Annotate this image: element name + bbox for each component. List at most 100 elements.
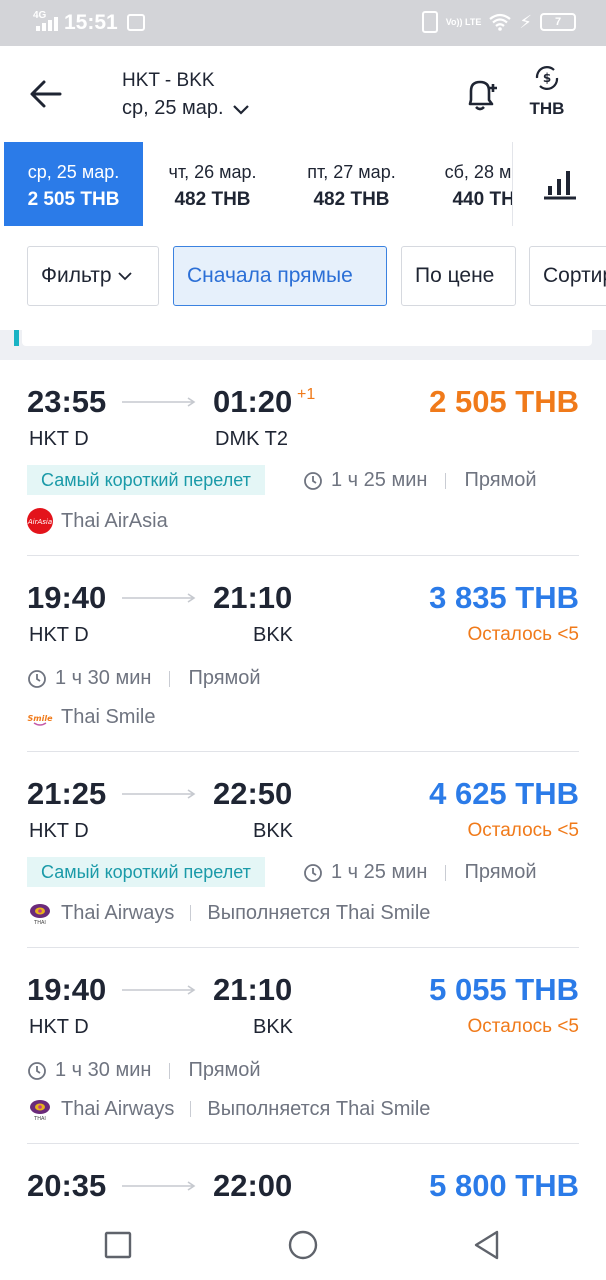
svg-text:Smile: Smile: [27, 714, 53, 723]
airline-name: Thai Smile: [61, 705, 156, 728]
currency-button[interactable]: $ THB: [524, 64, 570, 124]
back-icon[interactable]: [470, 1228, 504, 1262]
filter-button[interactable]: Фильтр: [27, 246, 159, 306]
depart-time: 19:40: [27, 972, 107, 1007]
currency-label: THB: [529, 99, 565, 118]
wifi-icon: [489, 13, 512, 31]
flight-card[interactable]: 19:40 21:10 HKT D BKK 3 835 THB Осталось…: [0, 556, 606, 752]
seats-left: Осталось <5: [467, 1016, 579, 1037]
arrive-code: BKK: [253, 624, 294, 646]
date-selector[interactable]: ср, 25 мар.: [122, 97, 250, 120]
price: 5 055 THB: [429, 972, 579, 1007]
price: 5 800 THB: [429, 1168, 579, 1203]
flight-meta: 1 ч 30 мин Прямой: [27, 667, 261, 690]
list-top: [0, 330, 606, 360]
home-icon[interactable]: [286, 1228, 320, 1262]
route-arrow-icon: [122, 789, 196, 799]
arrive-code: DMK T2: [215, 428, 288, 450]
status-time: 15:51: [64, 11, 118, 34]
day-offset: +1: [297, 386, 316, 403]
currency-exchange-icon: $: [535, 66, 559, 90]
airline: AirAsia Thai AirAsia: [27, 508, 168, 534]
clock-icon: [28, 1061, 46, 1080]
flight-meta: 1 ч 30 мин Прямой: [27, 1059, 261, 1082]
flight-meta: 1 ч 25 мин Прямой: [303, 469, 537, 492]
depart-code: HKT D: [29, 624, 89, 646]
date-cell-mar-26[interactable]: чт, 26 мар. 482 THB: [143, 142, 282, 226]
status-bar: 4G 15:51 Vo)) LTE ⚡ 7: [0, 0, 606, 46]
direct-first-chip[interactable]: Сначала прямые: [173, 246, 387, 306]
airasia-logo: AirAsia: [27, 508, 53, 534]
depart-time: 21:25: [27, 776, 107, 811]
thai-smile-logo: Smile: [27, 714, 53, 726]
bar-chart-icon[interactable]: [540, 164, 580, 204]
clock-icon: [28, 669, 46, 688]
sort-chip[interactable]: Сортировка: [529, 246, 606, 306]
thai-airways-logo: THAI: [30, 904, 50, 926]
seats-left: Осталось <5: [467, 624, 579, 645]
duration: 1 ч 25 мин: [331, 861, 428, 883]
collapsed-card: [22, 330, 592, 346]
airline-name: Thai Airways: [61, 901, 175, 924]
clock-icon: [304, 471, 322, 490]
depart-code: HKT D: [29, 428, 89, 450]
shortest-flight-badge: Самый короткий перелет: [27, 857, 265, 887]
flight-card[interactable]: 21:25 22:50 HKT D BKK 4 625 THB Осталось…: [0, 752, 606, 948]
arrive-code: BKK: [253, 1016, 294, 1038]
route-arrow-icon: [122, 1181, 196, 1191]
flight-card[interactable]: 23:55 01:20 +1 HKT D DMK T2 2 505 THB Са…: [0, 360, 606, 556]
chevron-down-icon: [232, 104, 249, 115]
airline-name: Thai Airways: [61, 1097, 175, 1120]
divider: [512, 142, 513, 226]
operated-by: Выполняется Thai Smile: [207, 901, 431, 924]
shortest-flight-badge: Самый короткий перелет: [27, 465, 265, 495]
date-cell-mar-25[interactable]: ср, 25 мар. 2 505 THB: [4, 142, 143, 226]
clock-icon: [304, 863, 322, 882]
selected-date: ср, 25 мар.: [122, 97, 224, 119]
stops: Прямой: [464, 861, 537, 883]
flight-card[interactable]: 20:35 22:00 5 800 THB: [0, 1144, 606, 1210]
depart-time: 20:35: [27, 1168, 107, 1203]
thai-airways-logo: THAI: [30, 1100, 50, 1122]
signal-icon: [36, 17, 58, 31]
lte-label: Vo)) LTE: [445, 17, 482, 27]
price: 2 505 THB: [429, 384, 579, 419]
duration: 1 ч 25 мин: [331, 469, 428, 491]
date-price-strip: ср, 25 мар. 2 505 THB чт, 26 мар. 482 TH…: [0, 142, 606, 226]
accent-bar: [14, 330, 19, 346]
arrive-time: 22:50: [213, 776, 293, 811]
header: HKT - BKK ср, 25 мар. $ THB: [0, 46, 606, 142]
mail-icon: [127, 14, 145, 31]
flight-meta: 1 ч 25 мин Прямой: [303, 861, 537, 884]
by-price-chip[interactable]: По цене: [401, 246, 516, 306]
arrive-code: BKK: [253, 820, 294, 842]
route-title[interactable]: HKT - BKK: [122, 70, 215, 92]
stops: Прямой: [464, 469, 537, 491]
airline-name: Thai AirAsia: [61, 509, 168, 532]
arrive-time: 22:00: [213, 1168, 293, 1203]
svg-text:THAI: THAI: [33, 1116, 46, 1122]
filter-chips: Фильтр Сначала прямые По цене Сортировка: [0, 226, 606, 330]
bell-plus-icon[interactable]: [462, 74, 502, 114]
flight-card[interactable]: 19:40 21:10 HKT D BKK 5 055 THB Осталось…: [0, 948, 606, 1144]
date-cell-mar-28[interactable]: сб, 28 мар. 440 THB: [421, 142, 512, 226]
arrive-time: 21:10: [213, 972, 293, 1007]
route-arrow-icon: [122, 397, 196, 407]
price: 3 835 THB: [429, 580, 579, 615]
status-icons: Vo)) LTE ⚡ 7: [421, 11, 576, 33]
depart-code: HKT D: [29, 820, 89, 842]
charging-icon: ⚡: [519, 11, 532, 32]
vibrate-icon: [421, 11, 438, 33]
stops: Прямой: [188, 1059, 261, 1081]
recent-apps-icon[interactable]: [101, 1228, 135, 1262]
svg-text:THAI: THAI: [33, 920, 46, 926]
back-arrow-icon[interactable]: [26, 74, 66, 114]
system-nav-bar: [0, 1210, 606, 1280]
operated-by: Выполняется Thai Smile: [207, 1097, 431, 1120]
airline: Smile Thai Smile: [27, 704, 155, 730]
route-arrow-icon: [122, 593, 196, 603]
price: 4 625 THB: [429, 776, 579, 811]
depart-time: 23:55: [27, 384, 107, 419]
arrive-time: 01:20: [213, 384, 293, 419]
date-cell-mar-27[interactable]: пт, 27 мар. 482 THB: [282, 142, 421, 226]
